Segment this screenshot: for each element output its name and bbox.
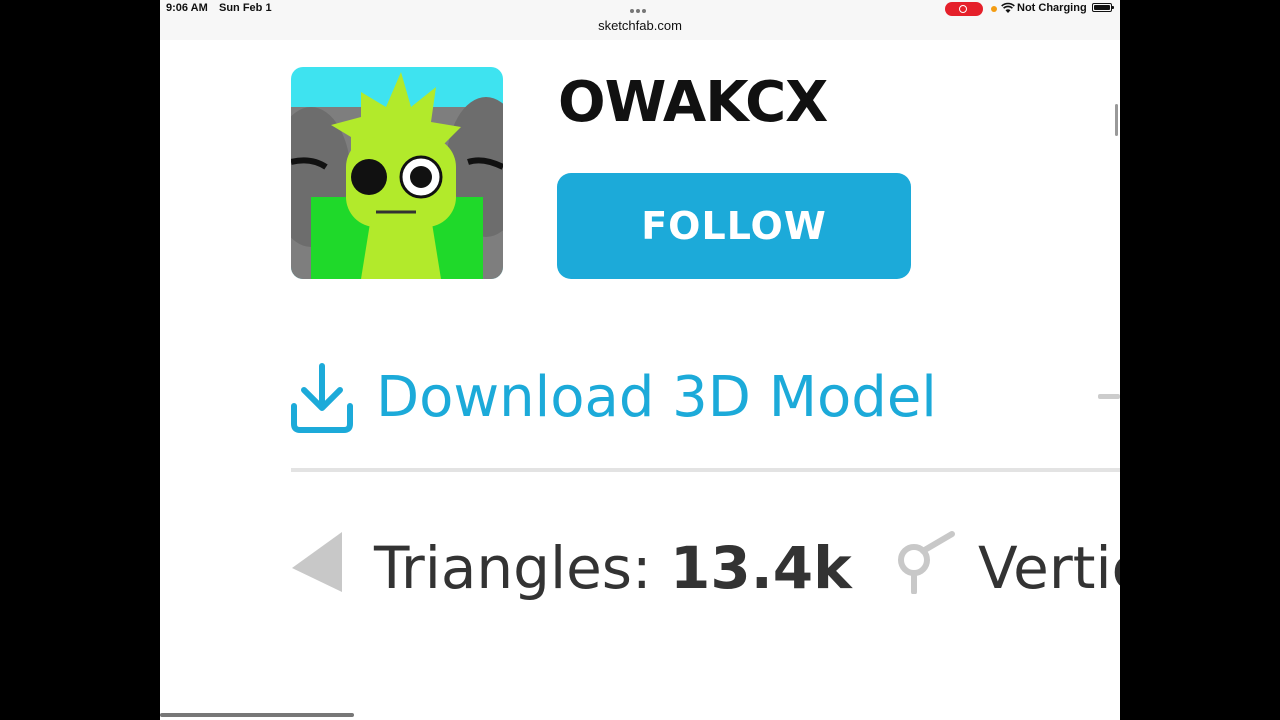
side-handle[interactable] <box>1098 394 1120 399</box>
download-label: Download 3D Model <box>376 365 937 430</box>
triangles-stat: Triangles: 13.4k <box>374 534 852 602</box>
avatar-image <box>291 67 503 279</box>
triangles-label: Triangles: <box>374 534 670 602</box>
status-time: 9:06 AM <box>166 2 208 14</box>
vertices-label: Vertic <box>978 534 1120 602</box>
follow-button[interactable]: FOLLOW <box>557 173 911 279</box>
download-3d-model-link[interactable]: Download 3D Model <box>290 360 937 435</box>
scrollbar-thumb[interactable] <box>1115 104 1118 136</box>
username: OWAKCX <box>558 70 828 135</box>
download-icon <box>291 362 353 433</box>
vertex-icon <box>898 531 955 594</box>
wifi-icon <box>1001 2 1015 13</box>
multitasking-dots-icon[interactable] <box>630 4 650 13</box>
triangle-icon <box>292 532 342 592</box>
microphone-indicator-icon <box>991 6 997 12</box>
battery-icon <box>1092 3 1114 12</box>
triangles-value: 13.4k <box>669 534 852 602</box>
browser-screen: 9:06 AM Sun Feb 1 sketchfab.com Not Char… <box>160 0 1120 720</box>
home-indicator[interactable] <box>160 713 354 717</box>
divider <box>291 468 1120 472</box>
status-date: Sun Feb 1 <box>219 2 272 14</box>
address-bar-url[interactable]: sketchfab.com <box>160 18 1120 33</box>
charging-status: Not Charging <box>1017 2 1087 14</box>
screen-recording-icon[interactable] <box>945 2 983 16</box>
avatar[interactable] <box>291 67 503 279</box>
status-bar: 9:06 AM Sun Feb 1 sketchfab.com Not Char… <box>160 0 1120 40</box>
